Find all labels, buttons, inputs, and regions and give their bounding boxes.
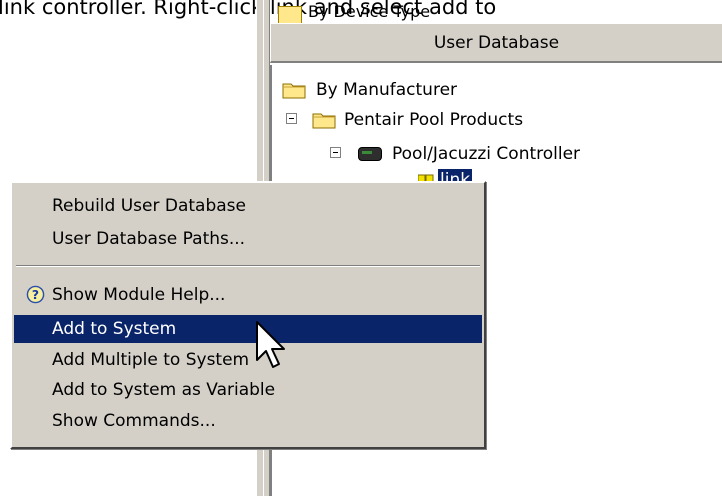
arrow-cursor-icon [256, 321, 285, 368]
menu-item-add-multiple-to-system[interactable]: Add Multiple to System [14, 346, 482, 374]
menu-separator [16, 265, 480, 267]
menu-item-label: Add Multiple to System [52, 350, 250, 370]
folder-icon [312, 113, 336, 129]
folder-icon [282, 83, 306, 99]
menu-item-add-to-system[interactable]: Add to System [14, 315, 482, 343]
menu-item-label: Rebuild User Database [52, 196, 246, 216]
menu-item-show-module-help[interactable]: ? Show Module Help... [14, 281, 482, 309]
tree-item-pentair-pool-products[interactable]: Pentair Pool Products [286, 107, 586, 133]
column-header-user-database[interactable]: User Database [270, 23, 722, 63]
column-header-label: User Database [433, 33, 560, 53]
menu-item-label: Show Module Help... [52, 285, 226, 305]
tree-item-label: Pentair Pool Products [344, 110, 524, 130]
menu-item-user-database-paths[interactable]: User Database Paths... [14, 225, 482, 253]
collapse-toggle-icon[interactable] [286, 113, 297, 124]
device-icon [358, 147, 382, 161]
context-menu: Rebuild User Database User Database Path… [10, 181, 486, 449]
menu-item-rebuild-user-database[interactable]: Rebuild User Database [14, 192, 482, 220]
tree-item-by-device-type[interactable]: By Device Type [308, 2, 430, 22]
tree-item-label: Pool/Jacuzzi Controller [392, 144, 581, 164]
help-icon: ? [26, 285, 45, 304]
svg-text:?: ? [32, 288, 39, 302]
menu-item-label: Show Commands... [52, 411, 216, 431]
menu-item-label: Add to System [52, 319, 177, 339]
folder-icon [278, 6, 302, 24]
tree-item-pool-jacuzzi-controller[interactable]: Pool/Jacuzzi Controller [330, 141, 660, 167]
menu-item-add-to-system-as-variable[interactable]: Add to System as Variable [14, 376, 482, 404]
menu-item-label: User Database Paths... [52, 229, 246, 249]
menu-item-label: Add to System as Variable [52, 380, 276, 400]
tree-item-label: By Manufacturer [316, 80, 458, 100]
menu-item-show-commands[interactable]: Show Commands... [14, 407, 482, 435]
collapse-toggle-icon[interactable] [330, 147, 341, 158]
tree-item-by-manufacturer[interactable]: By Manufacturer [282, 77, 582, 103]
